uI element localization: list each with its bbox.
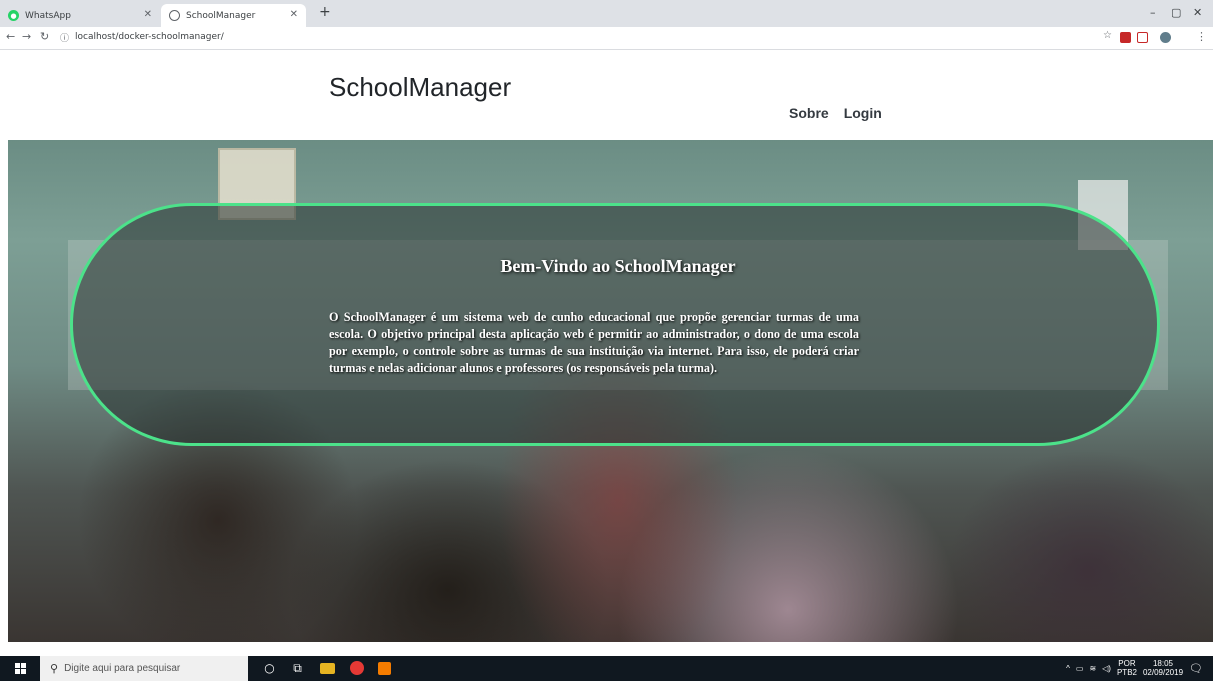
welcome-panel: Bem-Vindo ao SchoolManager O SchoolManag… xyxy=(70,203,1160,446)
battery-icon[interactable]: ▭ xyxy=(1076,664,1084,673)
clock-date: 02/09/2019 xyxy=(1142,668,1184,677)
hero-banner: Bem-Vindo ao SchoolManager O SchoolManag… xyxy=(8,140,1213,642)
app-icon[interactable] xyxy=(378,662,391,675)
forward-icon[interactable]: → xyxy=(22,30,31,43)
reload-icon[interactable]: ↻ xyxy=(40,30,49,43)
windows-taskbar: ⚲ Digite aqui para pesquisar ○ ⧉ ^ ▭ ≋ ◁… xyxy=(0,656,1213,681)
welcome-heading: Bem-Vindo ao SchoolManager xyxy=(500,256,736,276)
input-language[interactable]: POR PTB2 xyxy=(1117,659,1137,677)
chrome-icon[interactable] xyxy=(350,661,364,675)
keyboard-layout: PTB2 xyxy=(1116,668,1137,677)
browser-tab-strip: ● WhatsApp ✕ SchoolManager ✕ + – ▢ ✕ xyxy=(0,0,1213,27)
menu-icon[interactable]: ⋮ xyxy=(1196,30,1207,43)
maximize-button[interactable]: ▢ xyxy=(1171,6,1181,19)
close-window-button[interactable]: ✕ xyxy=(1193,6,1202,19)
language-code: POR xyxy=(1118,659,1136,668)
profile-avatar[interactable] xyxy=(1160,32,1171,43)
task-view-icon[interactable]: ⧉ xyxy=(290,661,305,676)
taskbar-search-input[interactable]: ⚲ Digite aqui para pesquisar xyxy=(40,656,248,681)
search-icon: ⚲ xyxy=(50,662,59,675)
tab-title: SchoolManager xyxy=(186,10,256,21)
url-field[interactable]: localhost/docker-schoolmanager/ xyxy=(75,32,224,42)
minimize-button[interactable]: – xyxy=(1150,6,1156,19)
close-icon[interactable]: ✕ xyxy=(290,9,298,20)
clock[interactable]: 18:05 02/09/2019 xyxy=(1143,659,1183,677)
main-nav: Sobre Login xyxy=(789,105,882,121)
tab-title: WhatsApp xyxy=(25,10,71,21)
site-title: SchoolManager xyxy=(329,72,512,102)
volume-icon[interactable]: ◁) xyxy=(1102,664,1111,673)
welcome-description: O SchoolManager é um sistema web de cunh… xyxy=(329,310,859,375)
pocket-icon[interactable] xyxy=(1137,32,1148,43)
close-icon[interactable]: ✕ xyxy=(144,9,152,20)
info-icon[interactable]: ⓘ xyxy=(60,31,69,44)
globe-icon xyxy=(169,10,180,21)
notification-icon[interactable]: 🗨 xyxy=(1189,662,1203,675)
wifi-icon[interactable]: ≋ xyxy=(1089,664,1096,673)
cortana-icon[interactable]: ○ xyxy=(262,661,277,676)
tab-schoolmanager[interactable]: SchoolManager ✕ xyxy=(161,4,306,27)
nav-link-login[interactable]: Login xyxy=(844,105,882,121)
new-tab-button[interactable]: + xyxy=(319,4,331,20)
chevron-up-icon[interactable]: ^ xyxy=(1066,664,1070,673)
back-icon[interactable]: ← xyxy=(6,30,15,43)
star-icon[interactable]: ☆ xyxy=(1103,30,1112,41)
windows-start-icon[interactable] xyxy=(15,663,27,674)
extension-icon[interactable] xyxy=(1120,32,1131,43)
file-explorer-icon[interactable] xyxy=(320,663,335,674)
whatsapp-icon: ● xyxy=(8,10,19,21)
tab-whatsapp[interactable]: ● WhatsApp ✕ xyxy=(0,4,160,27)
clock-time: 18:05 xyxy=(1152,659,1174,668)
address-bar: ← → ↻ ⓘ localhost/docker-schoolmanager/ … xyxy=(0,27,1213,50)
system-tray: ^ ▭ ≋ ◁) POR PTB2 18:05 02/09/2019 🗨 xyxy=(1066,659,1203,677)
nav-link-sobre[interactable]: Sobre xyxy=(789,105,829,121)
search-placeholder: Digite aqui para pesquisar xyxy=(64,663,181,674)
